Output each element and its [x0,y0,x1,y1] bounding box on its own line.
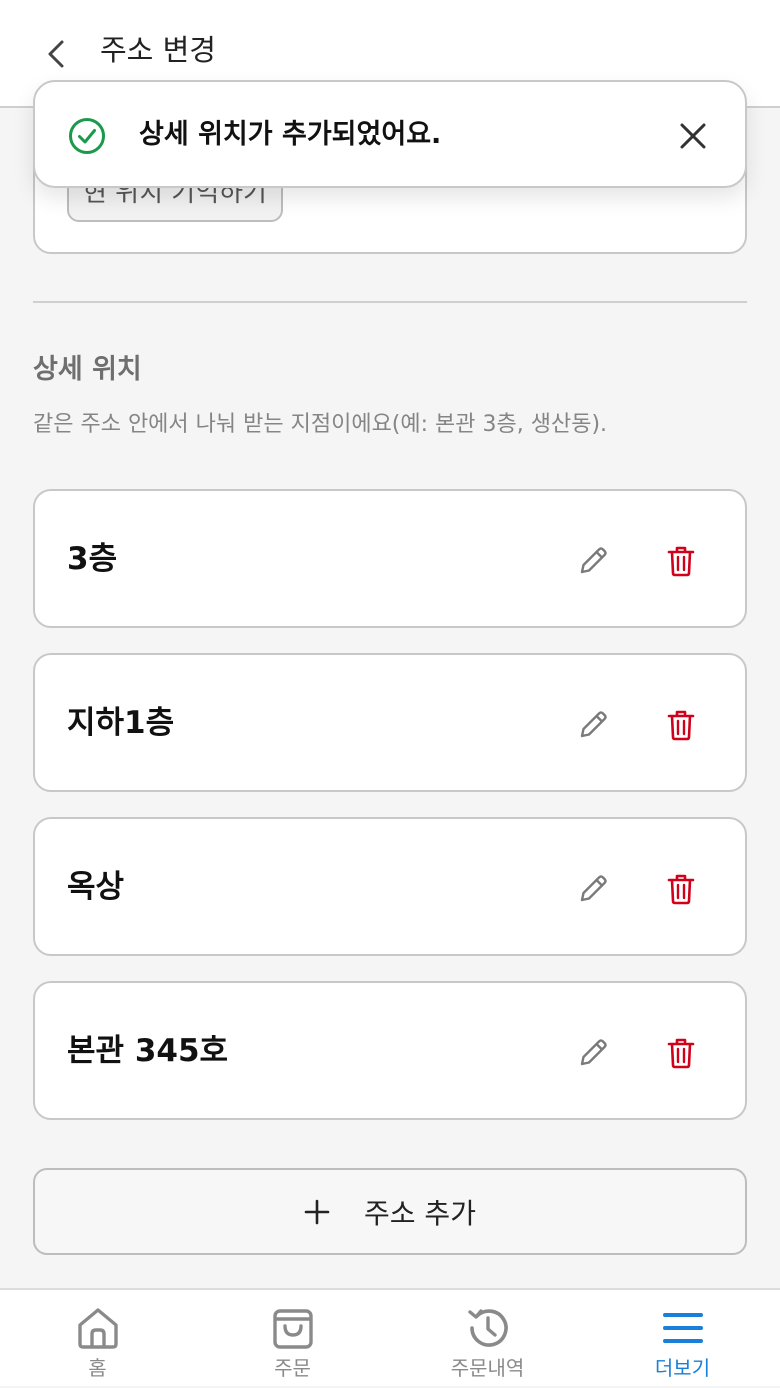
section-title: 상세 위치 [33,354,142,385]
location-name: 지하1층 [67,705,175,741]
tab-order-history[interactable]: 주문내역 [390,1290,585,1388]
toast-close-button[interactable] [671,114,715,158]
pencil-icon [580,547,607,574]
back-button[interactable] [34,32,78,76]
success-toast: 상세 위치가 추가되었어요. [33,80,747,188]
trash-icon [667,874,695,905]
tab-label: 주문 [274,1356,311,1380]
edit-button[interactable] [571,539,615,583]
edit-button[interactable] [571,867,615,911]
location-card[interactable]: 3층 [33,489,747,628]
tab-label: 더보기 [654,1356,711,1380]
menu-icon [662,1313,703,1343]
chevron-left-icon [48,40,64,68]
location-card[interactable]: 지하1층 [33,653,747,792]
location-card[interactable]: 본관 345호 [33,981,747,1120]
pencil-icon [580,1039,607,1066]
plus-icon [304,1199,330,1224]
add-address-label: 주소 추가 [364,1196,476,1230]
home-icon [77,1308,118,1349]
trash-icon [667,546,695,577]
delete-button[interactable] [659,867,703,911]
location-card[interactable]: 옥상 [33,817,747,956]
close-icon [680,123,706,149]
tab-home[interactable]: 홈 [0,1290,195,1388]
bottom-tab-bar: 홈 주문 주문내역 더보기 [0,1288,780,1386]
delete-button[interactable] [659,539,703,583]
shopping-bag-icon [272,1309,313,1349]
location-name: 3층 [67,541,118,577]
pencil-icon [580,711,607,738]
tab-order[interactable]: 주문 [195,1290,390,1388]
edit-button[interactable] [571,1031,615,1075]
toast-message: 상세 위치가 추가되었어요. [139,119,442,150]
history-icon [467,1309,508,1347]
trash-icon [667,1038,695,1069]
tab-label: 주문내역 [450,1356,525,1380]
trash-icon [667,710,695,741]
edit-button[interactable] [571,703,615,747]
tab-label: 홈 [88,1356,107,1380]
delete-button[interactable] [659,1031,703,1075]
location-name: 옥상 [67,869,125,905]
pencil-icon [580,875,607,902]
add-address-button[interactable]: 주소 추가 [33,1168,747,1255]
check-circle-icon [69,118,105,154]
section-divider [33,301,747,303]
tab-more[interactable]: 더보기 [585,1290,780,1388]
page-title: 주소 변경 [100,33,216,67]
delete-button[interactable] [659,703,703,747]
section-description: 같은 주소 안에서 나눠 받는 지점이에요(예: 본관 3층, 생산동). [33,412,608,437]
location-name: 본관 345호 [67,1033,229,1069]
